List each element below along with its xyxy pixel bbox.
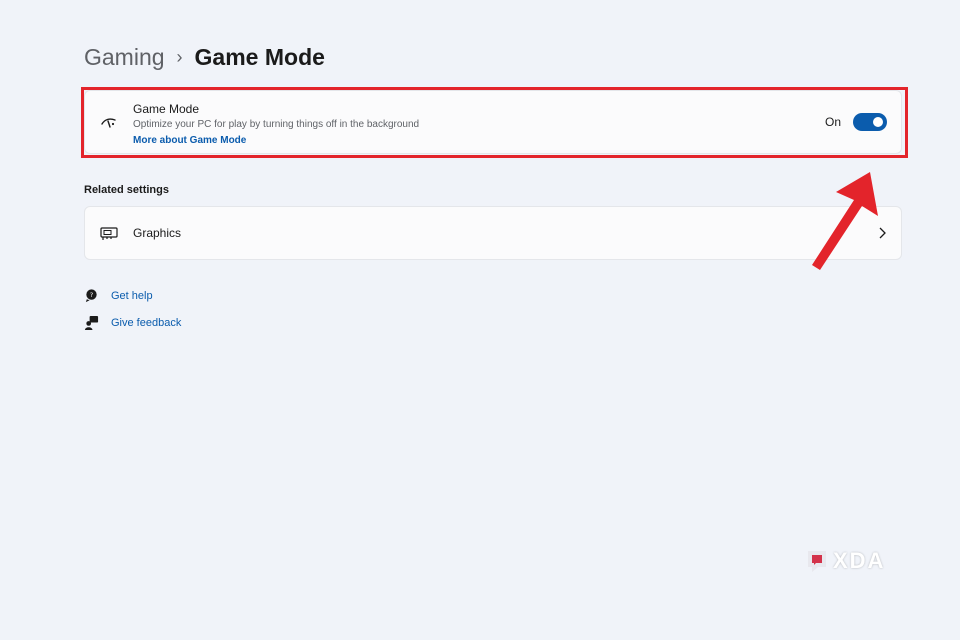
get-help-icon: ? [85,289,97,303]
xda-watermark: XDA [806,548,885,574]
graphics-card-icon [100,227,118,240]
toggle-knob [873,117,883,127]
game-mode-card: Game Mode Optimize your PC for play by t… [84,90,902,154]
game-mode-title: Game Mode [133,102,200,116]
breadcrumb-separator-icon: › [176,47,183,67]
breadcrumb: Gaming › Game Mode [84,44,325,71]
give-feedback-link[interactable]: Give feedback [84,315,181,330]
red-arrow-annotation [812,172,878,270]
more-about-game-mode-link[interactable]: More about Game Mode [133,135,246,146]
graphics-label: Graphics [133,226,182,240]
xda-watermark-text: XDA [833,548,886,573]
game-mode-description: Optimize your PC for play by turning thi… [133,119,420,130]
get-help-label: Get help [111,289,153,302]
xda-logo-icon [808,551,826,572]
graphics-item[interactable]: Graphics [84,206,902,260]
give-feedback-label: Give feedback [111,316,182,329]
give-feedback-icon [84,315,99,330]
get-help-link[interactable]: ? Get help [84,288,153,303]
page-title: Game Mode [194,44,325,70]
game-mode-texts: Game Mode Optimize your PC for play by t… [133,102,419,148]
related-settings-heading: Related settings [84,184,169,196]
toggle-state-label: On [824,115,841,129]
game-mode-toggle-group: On [825,113,887,131]
svg-text:?: ? [90,291,94,299]
breadcrumb-gaming[interactable]: Gaming [84,44,165,71]
game-mode-icon [101,118,116,128]
game-mode-toggle[interactable] [853,113,887,131]
